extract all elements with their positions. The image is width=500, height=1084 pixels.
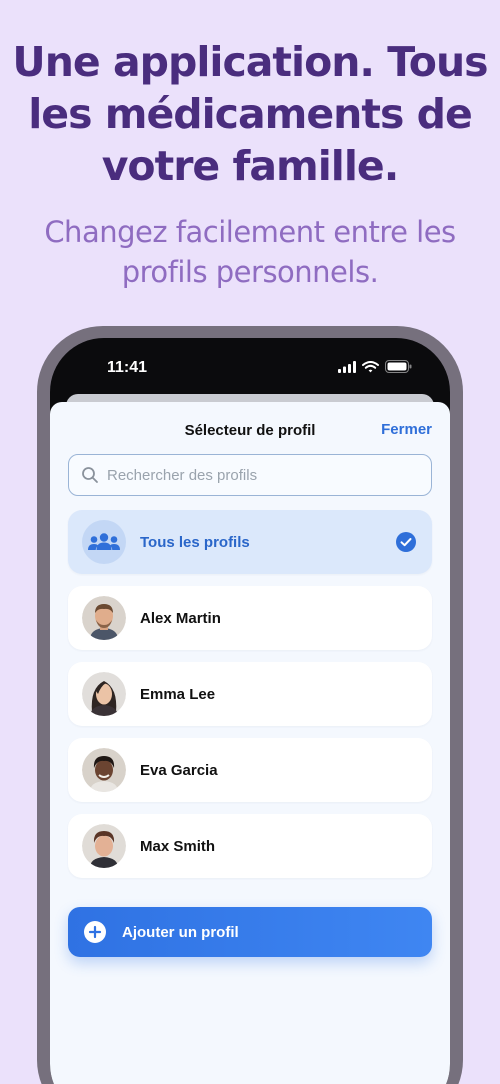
phone-screen: 11:41 Sélecteur de profil Fermer Recherc… [50, 338, 450, 1084]
wifi-icon [362, 360, 379, 372]
marketing-headline: Une application. Tous les médicaments de… [12, 38, 488, 190]
profile-item-max-smith[interactable]: Max Smith [68, 814, 432, 878]
profile-item-all[interactable]: Tous les profils [68, 510, 432, 574]
profile-item-alex-martin[interactable]: Alex Martin [68, 586, 432, 650]
cellular-signal-icon [338, 360, 356, 373]
search-input[interactable] [107, 466, 407, 484]
profile-name: Tous les profils [140, 533, 250, 551]
profile-name: Emma Lee [140, 685, 216, 703]
add-profile-label: Ajouter un profil [122, 923, 239, 941]
avatar [82, 596, 126, 640]
status-time: 11:41 [107, 359, 148, 376]
add-profile-button[interactable]: Ajouter un profil [68, 907, 432, 957]
search-icon [82, 467, 98, 483]
profile-item-emma-lee[interactable]: Emma Lee [68, 662, 432, 726]
search-field[interactable] [68, 454, 432, 496]
profile-name: Max Smith [140, 837, 216, 855]
status-icons [338, 360, 412, 373]
avatar [82, 672, 126, 716]
profile-item-eva-garcia[interactable]: Eva Garcia [68, 738, 432, 802]
avatar [82, 748, 126, 792]
checkmark-icon [396, 532, 416, 552]
plus-circle-icon [84, 921, 106, 943]
people-group-icon [82, 520, 126, 564]
battery-icon [385, 360, 412, 373]
marketing-subhead: Changez facilement entre les profils per… [44, 215, 456, 289]
profile-selector-sheet: Sélecteur de profil Fermer Tous les [50, 402, 450, 1084]
avatar [82, 824, 126, 868]
close-button[interactable]: Fermer [381, 421, 432, 438]
profile-name: Eva Garcia [140, 761, 218, 779]
profile-name: Alex Martin [140, 609, 221, 627]
